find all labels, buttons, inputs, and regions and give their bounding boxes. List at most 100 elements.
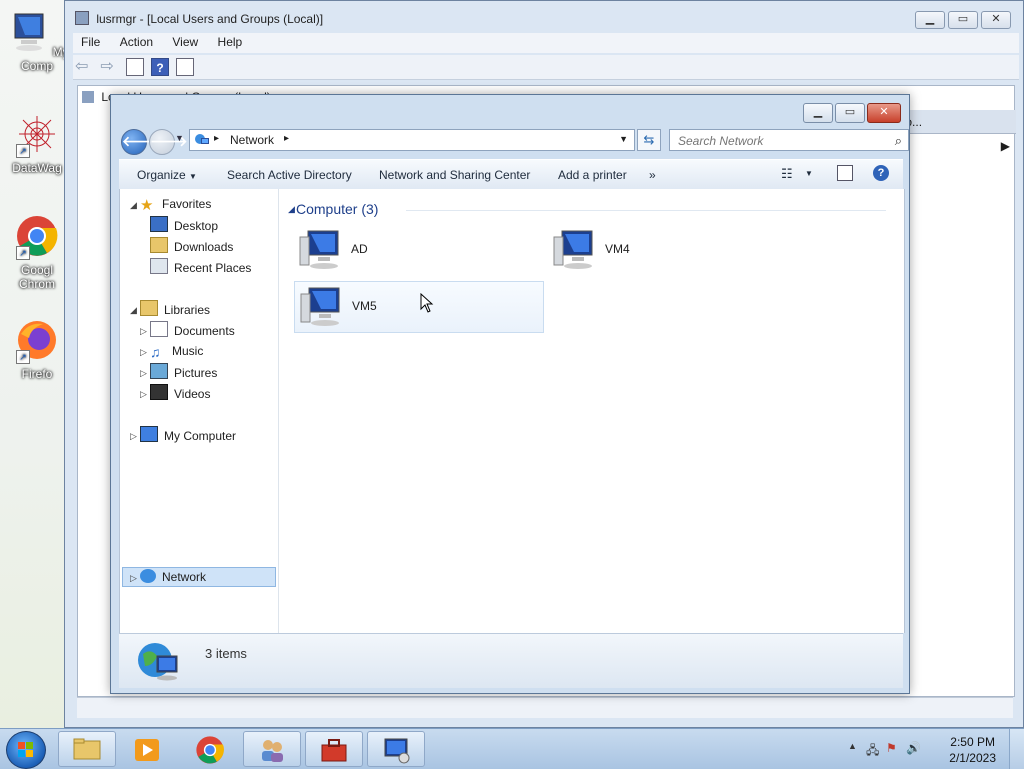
desktop-icon-my-computer[interactable]: My Comp	[2, 10, 72, 73]
toolbox-icon	[321, 739, 347, 762]
minimize-button[interactable]: ▁	[915, 11, 945, 29]
nav-videos[interactable]: Videos	[150, 384, 210, 403]
search-icon[interactable]: ⌕	[895, 133, 902, 149]
menu-view[interactable]: View	[164, 33, 206, 51]
expand-icon[interactable]: ▷	[140, 326, 147, 337]
address-dropdown-icon[interactable]: ▼	[619, 134, 628, 144]
show-hide-tree-icon[interactable]	[125, 58, 144, 76]
collapse-icon[interactable]: ◢	[130, 200, 137, 211]
start-button[interactable]	[6, 731, 46, 769]
view-options-dropdown-icon[interactable]: ▼	[805, 169, 813, 178]
back-arrow-icon[interactable]: ⇦	[75, 58, 93, 76]
computer-name: AD	[351, 242, 368, 256]
group-collapse-icon[interactable]: ◢	[288, 204, 295, 215]
refresh-button[interactable]: ⇆	[637, 129, 661, 151]
toolbar: ⇦ ⇨ ?	[73, 55, 1019, 80]
action-center-icon[interactable]: ⚑	[886, 741, 897, 755]
content-area: ◢ ★ Favorites Desktop Downloads Recent Pl…	[119, 189, 905, 633]
taskbar-explorer-button[interactable]	[58, 731, 116, 767]
show-hidden-icons-icon[interactable]: ▲	[848, 741, 857, 751]
more-commands-button[interactable]: »	[649, 168, 656, 182]
maximize-button[interactable]: ▭	[948, 11, 978, 29]
expand-icon[interactable]: ▷	[140, 368, 147, 379]
expand-icon[interactable]: ▷	[140, 389, 147, 400]
nav-recent-places[interactable]: Recent Places	[150, 258, 251, 277]
shortcut-arrow-icon: ↗	[16, 246, 30, 260]
users-icon	[82, 91, 94, 103]
nav-network[interactable]: Network	[140, 568, 206, 587]
menu-file[interactable]: File	[73, 33, 108, 51]
collapse-icon[interactable]: ◢	[130, 305, 137, 316]
nav-music[interactable]: ♫ Music	[150, 342, 203, 361]
nav-desktop[interactable]: Desktop	[150, 216, 218, 235]
breadcrumb-network[interactable]: Network	[230, 133, 274, 147]
breadcrumb-chevron-icon[interactable]: ▸	[284, 133, 289, 144]
network-icon	[195, 134, 209, 144]
add-printer-button[interactable]: Add a printer	[558, 168, 627, 182]
forward-button[interactable]: 🡒	[149, 129, 188, 155]
show-action-pane-icon[interactable]	[176, 58, 195, 76]
search-box[interactable]: ⌕	[669, 129, 909, 151]
preview-pane-icon[interactable]	[837, 165, 853, 181]
nav-label: Recent Places	[174, 261, 252, 275]
pictures-icon	[150, 363, 168, 379]
nav-label: Music	[172, 344, 204, 358]
expand-icon[interactable]: ▷	[140, 347, 147, 358]
network-status-icon[interactable]: 🖧	[866, 741, 879, 762]
menu-help[interactable]: Help	[210, 33, 251, 51]
nav-label: Documents	[174, 324, 235, 338]
mouse-cursor-icon	[420, 293, 434, 313]
organize-button[interactable]: Organize ▼	[137, 168, 197, 182]
desktop-icon-chrome[interactable]: ↗ Googl Chrom	[2, 214, 72, 291]
close-button[interactable]: ✕	[867, 103, 901, 123]
command-bar: Organize ▼ Search Active Directory Netwo…	[119, 159, 903, 191]
network-sharing-center-button[interactable]: Network and Sharing Center	[379, 168, 530, 182]
star-icon: ★	[140, 197, 154, 214]
nav-pictures[interactable]: Pictures	[150, 363, 217, 382]
taskbar-chrome-button[interactable]	[180, 731, 238, 767]
desktop-icon-datawrangler[interactable]: ↗ DataWag	[2, 112, 72, 175]
change-view-icon[interactable]: ☷	[781, 166, 793, 182]
taskbar-users-button[interactable]	[243, 731, 301, 767]
nav-favorites[interactable]: ★ Favorites	[140, 195, 211, 214]
nav-label: My Computer	[164, 429, 237, 443]
maximize-button[interactable]: ▭	[835, 103, 865, 123]
show-desktop-button[interactable]	[1009, 729, 1024, 769]
nav-documents[interactable]: Documents	[150, 321, 235, 340]
group-header[interactable]: Computer (3)	[296, 201, 378, 217]
menu-action[interactable]: Action	[112, 33, 161, 51]
taskbar-media-player-button[interactable]	[118, 731, 176, 767]
taskbar-toolbox-button[interactable]	[305, 731, 363, 767]
minimize-button[interactable]: ▁	[803, 103, 833, 123]
back-button[interactable]: 🡐	[121, 129, 160, 155]
search-active-directory-button[interactable]: Search Active Directory	[227, 168, 352, 182]
help-icon[interactable]: ?	[151, 58, 170, 76]
computer-tile-vm4[interactable]: VM4	[548, 225, 798, 277]
forward-arrow-icon[interactable]: ⇨	[100, 58, 118, 76]
desktop-icon-firefox[interactable]: ↗ Firefo	[2, 318, 72, 381]
media-player-icon	[135, 739, 159, 761]
computer-tile-vm5[interactable]: VM5	[294, 281, 544, 333]
group-divider	[406, 210, 886, 211]
expand-icon[interactable]: ▷	[130, 573, 137, 584]
address-bar[interactable]: ▸ Network ▸ ▼	[189, 129, 635, 151]
taskbar-rdp-button[interactable]	[367, 731, 425, 767]
computer-tile-ad[interactable]: AD	[294, 225, 544, 277]
expand-icon[interactable]: ▷	[130, 431, 137, 442]
nav-label: Videos	[174, 387, 211, 401]
folder-icon	[73, 738, 101, 760]
nav-downloads[interactable]: Downloads	[150, 237, 233, 256]
recent-pages-dropdown[interactable]: ▼	[175, 133, 184, 143]
chrome-icon	[196, 736, 224, 764]
nav-my-computer[interactable]: My Computer	[140, 426, 236, 445]
clock[interactable]: 2:50 PM 2/1/2023	[949, 734, 996, 766]
clock-time: 2:50 PM	[950, 735, 995, 749]
nav-label: Favorites	[162, 197, 212, 211]
help-icon[interactable]: ?	[873, 165, 889, 181]
search-input[interactable]	[676, 132, 880, 150]
system-tray: ▲ 🖧 ⚑ 🔊 2:50 PM 2/1/2023	[834, 729, 1024, 769]
nav-libraries[interactable]: Libraries	[140, 300, 210, 319]
volume-icon[interactable]: 🔊	[906, 741, 921, 755]
close-button[interactable]: ✕	[981, 11, 1011, 29]
window-title: lusrmgr - [Local Users and Groups (Local…	[75, 11, 323, 26]
